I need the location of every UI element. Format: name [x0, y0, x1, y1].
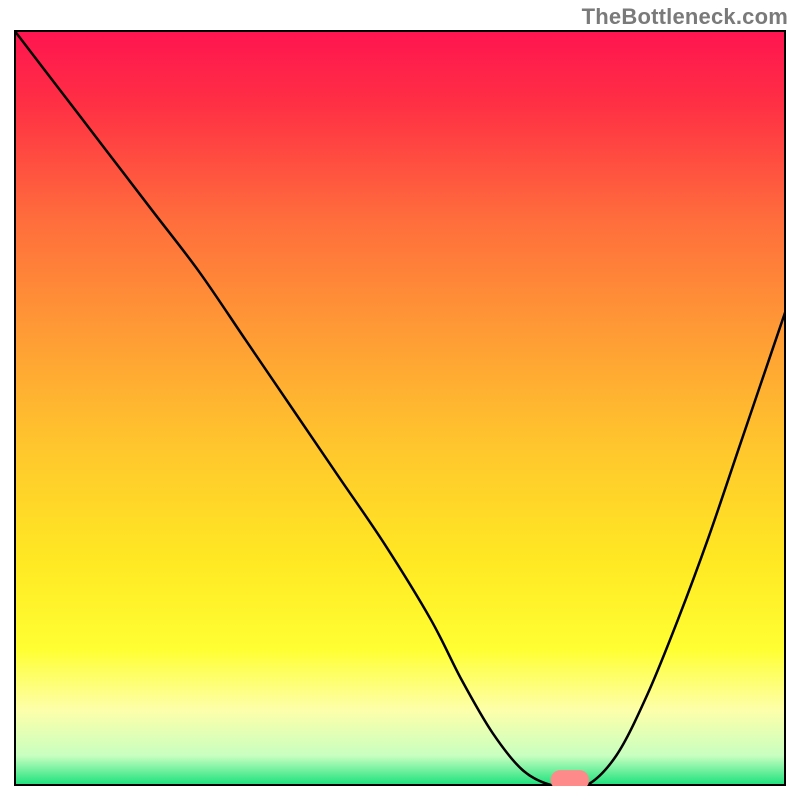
- gradient-background: [14, 30, 786, 786]
- watermark-text: TheBottleneck.com: [582, 4, 788, 30]
- optimal-point-marker: [551, 770, 590, 786]
- chart-container: TheBottleneck.com: [0, 0, 800, 800]
- chart-svg: [14, 30, 786, 786]
- plot-area: [14, 30, 786, 786]
